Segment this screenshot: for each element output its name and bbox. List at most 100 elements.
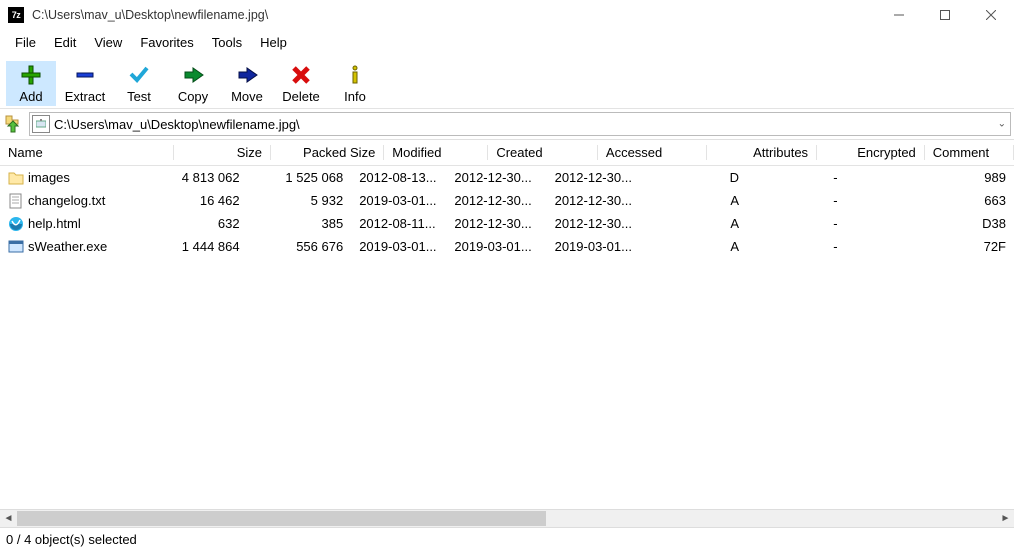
col-size[interactable]: Size [174, 145, 271, 160]
table-row[interactable]: help.html6323852012-08-11...2012-12-30..… [0, 212, 1014, 235]
cell-name: sWeather.exe [0, 239, 159, 255]
titlebar: 7z C:\Users\mav_u\Desktop\newfilename.jp… [0, 0, 1014, 30]
add-button[interactable]: Add [6, 61, 56, 106]
arrow-right-blue-icon [236, 63, 258, 87]
delete-button[interactable]: Delete [276, 61, 326, 106]
arrow-right-green-icon [182, 63, 204, 87]
cell-encrypted: - [747, 170, 846, 185]
toolbar-label: Add [19, 89, 42, 104]
info-icon [344, 63, 366, 87]
cell-name: images [0, 170, 159, 186]
col-packed-size[interactable]: Packed Size [271, 145, 384, 160]
toolbar-label: Test [127, 89, 151, 104]
menu-view[interactable]: View [85, 32, 131, 53]
cell-packed-size: 5 932 [248, 193, 352, 208]
cell-size: 632 [159, 216, 247, 231]
cell-crc: 663 [927, 193, 1014, 208]
menu-help[interactable]: Help [251, 32, 296, 53]
toolbar-label: Extract [65, 89, 105, 104]
cell-size: 16 462 [159, 193, 247, 208]
cell-created: 2019-03-01... [446, 239, 546, 254]
chevron-down-icon[interactable]: ⌄ [998, 119, 1006, 130]
menu-favorites[interactable]: Favorites [131, 32, 202, 53]
cell-accessed: 2012-12-30... [547, 170, 647, 185]
test-button[interactable]: Test [114, 61, 164, 106]
cell-crc: 989 [927, 170, 1014, 185]
plus-icon [20, 63, 42, 87]
menu-tools[interactable]: Tools [203, 32, 251, 53]
cell-modified: 2012-08-13... [351, 170, 446, 185]
cell-packed-size: 1 525 068 [248, 170, 352, 185]
column-headers: Name Size Packed Size Modified Created A… [0, 140, 1014, 166]
file-name: help.html [28, 216, 81, 231]
toolbar-label: Copy [178, 89, 208, 104]
copy-button[interactable]: Copy [168, 61, 218, 106]
col-created[interactable]: Created [488, 145, 598, 160]
table-row[interactable]: sWeather.exe1 444 864556 6762019-03-01..… [0, 235, 1014, 258]
file-list: Name Size Packed Size Modified Created A… [0, 139, 1014, 527]
cell-attributes: A [647, 239, 747, 254]
cell-accessed: 2012-12-30... [547, 193, 647, 208]
scroll-thumb[interactable] [17, 511, 546, 526]
cell-accessed: 2019-03-01... [547, 239, 647, 254]
address-bar: C:\Users\mav_u\Desktop\newfilename.jpg\ … [0, 108, 1014, 139]
move-button[interactable]: Move [222, 61, 272, 106]
menu-edit[interactable]: Edit [45, 32, 85, 53]
col-accessed[interactable]: Accessed [598, 145, 708, 160]
cell-modified: 2012-08-11... [351, 216, 446, 231]
menu-file[interactable]: File [6, 32, 45, 53]
x-icon [290, 63, 312, 87]
cell-accessed: 2012-12-30... [547, 216, 647, 231]
cell-crc: D38 [927, 216, 1014, 231]
col-encrypted[interactable]: Encrypted [817, 145, 925, 160]
file-name: changelog.txt [28, 193, 105, 208]
cell-created: 2012-12-30... [446, 216, 546, 231]
toolbar-label: Move [231, 89, 263, 104]
col-comment[interactable]: Comment [925, 145, 1014, 160]
exe-icon [8, 239, 24, 255]
toolbar-label: Delete [282, 89, 320, 104]
status-text: 0 / 4 object(s) selected [6, 532, 137, 547]
maximize-button[interactable] [922, 0, 968, 30]
cell-crc: 72F [927, 239, 1014, 254]
close-button[interactable] [968, 0, 1014, 30]
col-name[interactable]: Name [0, 145, 174, 160]
window-title: C:\Users\mav_u\Desktop\newfilename.jpg\ [32, 8, 876, 22]
table-row[interactable]: images4 813 0621 525 0682012-08-13...201… [0, 166, 1014, 189]
path-input[interactable]: C:\Users\mav_u\Desktop\newfilename.jpg\ … [29, 112, 1011, 136]
scroll-right-icon[interactable]: ► [997, 511, 1014, 526]
cell-modified: 2019-03-01... [351, 193, 446, 208]
horizontal-scrollbar[interactable]: ◄ ► [0, 509, 1014, 527]
minimize-button[interactable] [876, 0, 922, 30]
cell-attributes: D [647, 170, 747, 185]
app-icon: 7z [8, 7, 24, 23]
cell-attributes: A [647, 193, 747, 208]
cell-attributes: A [647, 216, 747, 231]
cell-packed-size: 556 676 [248, 239, 352, 254]
cell-encrypted: - [747, 239, 846, 254]
extract-button[interactable]: Extract [60, 61, 110, 106]
cell-created: 2012-12-30... [446, 193, 546, 208]
cell-name: help.html [0, 216, 159, 232]
cell-name: changelog.txt [0, 193, 159, 209]
txt-icon [8, 193, 24, 209]
folder-icon [8, 170, 24, 186]
info-button[interactable]: Info [330, 61, 380, 106]
toolbar-label: Info [344, 89, 366, 104]
menubar: File Edit View Favorites Tools Help [0, 30, 1014, 55]
cell-size: 4 813 062 [159, 170, 247, 185]
scroll-left-icon[interactable]: ◄ [0, 511, 17, 526]
file-area[interactable]: images4 813 0621 525 0682012-08-13...201… [0, 166, 1014, 509]
cell-packed-size: 385 [248, 216, 352, 231]
col-modified[interactable]: Modified [384, 145, 488, 160]
up-button[interactable] [3, 113, 25, 135]
table-row[interactable]: changelog.txt16 4625 9322019-03-01...201… [0, 189, 1014, 212]
cell-encrypted: - [747, 216, 846, 231]
scroll-track[interactable] [17, 511, 997, 526]
file-name: sWeather.exe [28, 239, 107, 254]
cell-modified: 2019-03-01... [351, 239, 446, 254]
toolbar: Add Extract Test Copy Move Delete Info [0, 55, 1014, 108]
statusbar: 0 / 4 object(s) selected [0, 527, 1014, 550]
col-attributes[interactable]: Attributes [707, 145, 817, 160]
cell-created: 2012-12-30... [446, 170, 546, 185]
